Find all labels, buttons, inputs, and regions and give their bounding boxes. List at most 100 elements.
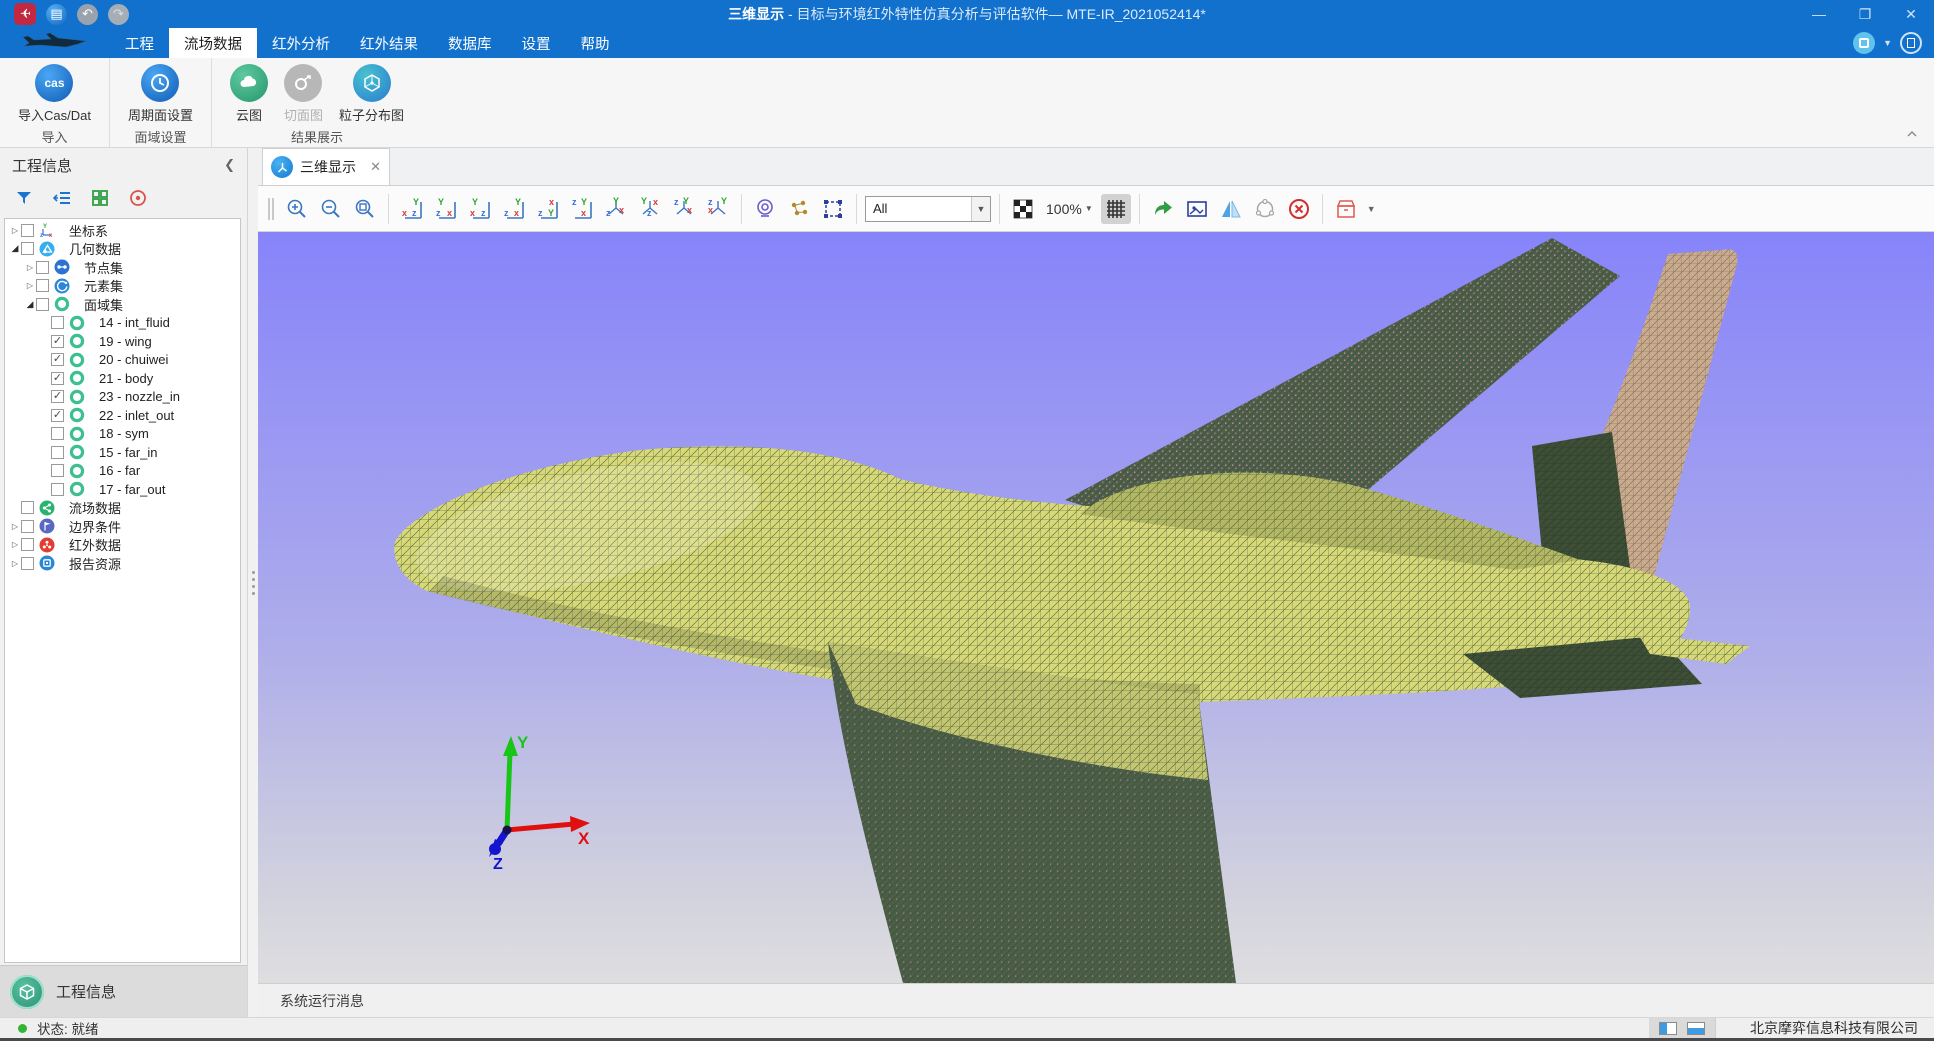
tree-checkbox[interactable] (21, 242, 34, 255)
tree-item[interactable]: 流场数据 (5, 499, 240, 518)
grid-toggle-icon[interactable] (1101, 194, 1131, 224)
tree-checkbox[interactable] (36, 279, 49, 292)
tree-checkbox[interactable] (36, 298, 49, 311)
expander-icon[interactable]: ▷ (24, 263, 36, 272)
transparency-icon[interactable] (1008, 194, 1038, 224)
tree-checkbox[interactable] (21, 538, 34, 551)
view-back-icon[interactable]: Yzx (431, 194, 461, 224)
opacity-percent-control[interactable]: 100% ▼ (1042, 201, 1097, 217)
display-filter-combo[interactable]: All ▼ (865, 196, 991, 222)
tree-item[interactable]: ◢几何数据 (5, 240, 240, 259)
slice-map-button[interactable]: 切面图 (276, 62, 331, 127)
menu-item-3[interactable]: 红外结果 (345, 28, 433, 58)
view-front-icon[interactable]: xYz (397, 194, 427, 224)
tree-item[interactable]: ▷元素集 (5, 277, 240, 296)
tree-item[interactable]: 15 - far_in (5, 443, 240, 462)
locate-icon[interactable] (128, 188, 148, 213)
expander-icon[interactable]: ▷ (9, 522, 21, 531)
tree-item[interactable]: ✓21 - body (5, 369, 240, 388)
tree-item[interactable]: ▷红外数据 (5, 536, 240, 555)
view-bottom-icon[interactable]: zYx (567, 194, 597, 224)
tree-item[interactable]: ▷边界条件 (5, 517, 240, 536)
period-face-button[interactable]: 周期面设置 (120, 62, 201, 127)
tree-item[interactable]: ✓20 - chuiwei (5, 351, 240, 370)
cancel-icon[interactable] (1284, 194, 1314, 224)
expander-icon[interactable]: ▷ (9, 540, 21, 549)
menu-item-5[interactable]: 设置 (507, 28, 566, 58)
tree-checkbox[interactable]: ✓ (51, 372, 64, 385)
tree-item[interactable]: 17 - far_out (5, 480, 240, 499)
view-iso-3-icon[interactable]: zYx (669, 194, 699, 224)
tab-close-icon[interactable]: ✕ (370, 159, 381, 175)
view-top-icon[interactable]: xzY (533, 194, 563, 224)
package-icon[interactable] (1331, 194, 1361, 224)
menu-item-0[interactable]: 工程 (110, 28, 169, 58)
tree-checkbox[interactable]: ✓ (51, 353, 64, 366)
expander-icon[interactable]: ▷ (24, 281, 36, 290)
view-iso-4-icon[interactable]: zYx (703, 194, 733, 224)
toolbar-drag-handle[interactable] (268, 198, 274, 220)
tree-checkbox[interactable] (21, 557, 34, 570)
menu-item-4[interactable]: 数据库 (433, 28, 507, 58)
filter-icon[interactable] (14, 188, 34, 213)
tree-checkbox[interactable] (21, 224, 34, 237)
zoom-out-icon[interactable] (316, 194, 346, 224)
expander-icon[interactable]: ▷ (9, 226, 21, 235)
mirror-icon[interactable] (1216, 194, 1246, 224)
minimize-button[interactable]: — (1796, 0, 1842, 28)
tree-checkbox[interactable] (36, 261, 49, 274)
close-button[interactable]: ✕ (1888, 0, 1934, 28)
tree-item[interactable]: ▷节点集 (5, 258, 240, 277)
tree-checkbox[interactable]: ✓ (51, 335, 64, 348)
orbit-nodes-icon[interactable] (1250, 194, 1280, 224)
tab-3d-display[interactable]: 三维显示 ✕ (262, 148, 390, 185)
package-caret-icon[interactable]: ▼ (1367, 204, 1376, 214)
tree-checkbox[interactable] (21, 501, 34, 514)
user-icon[interactable] (1853, 32, 1875, 54)
redo-icon[interactable]: ↷ (108, 4, 129, 25)
tree-checkbox[interactable] (51, 316, 64, 329)
zoom-fit-icon[interactable] (350, 194, 380, 224)
particles-icon[interactable] (784, 194, 814, 224)
cloud-map-button[interactable]: 云图 (222, 62, 276, 127)
undo-icon[interactable]: ↶ (77, 4, 98, 25)
combo-caret-icon[interactable]: ▼ (971, 197, 990, 221)
view-iso-1-icon[interactable]: Yzx (601, 194, 631, 224)
share-arrow-icon[interactable] (1148, 194, 1178, 224)
view-left-icon[interactable]: Yxz (465, 194, 495, 224)
view-right-icon[interactable]: Yzx (499, 194, 529, 224)
tree-item[interactable]: 14 - int_fluid (5, 314, 240, 333)
help-icon[interactable] (1900, 32, 1922, 54)
snapshot-icon[interactable] (1182, 194, 1212, 224)
panel-splitter[interactable] (248, 148, 258, 1017)
tree-item[interactable]: ✓19 - wing (5, 332, 240, 351)
restore-button[interactable]: ❐ (1842, 0, 1888, 28)
tree-checkbox[interactable] (51, 427, 64, 440)
viewport-3d[interactable]: X Y Z (258, 232, 1934, 983)
tree-checkbox[interactable] (51, 483, 64, 496)
menu-item-2[interactable]: 红外分析 (257, 28, 345, 58)
view-iso-2-icon[interactable]: Yxz (635, 194, 665, 224)
tree-item[interactable]: ▷Yzx坐标系 (5, 221, 240, 240)
tree-item[interactable]: 16 - far (5, 462, 240, 481)
tree-checkbox[interactable]: ✓ (51, 390, 64, 403)
layout-bottom-icon[interactable] (1687, 1022, 1705, 1035)
expander-icon[interactable]: ▷ (9, 559, 21, 568)
grid-icon[interactable] (90, 188, 110, 213)
tree-item[interactable]: ◢面域集 (5, 295, 240, 314)
zoom-in-icon[interactable] (282, 194, 312, 224)
tree-checkbox[interactable] (51, 446, 64, 459)
tree-checkbox[interactable] (21, 520, 34, 533)
menu-item-6[interactable]: 帮助 (566, 28, 625, 58)
panel-collapse-icon[interactable]: ❮ (224, 157, 235, 173)
camera-icon[interactable] (750, 194, 780, 224)
panel-footer-tab[interactable]: 工程信息 (0, 965, 247, 1017)
expander-icon[interactable]: ◢ (24, 299, 36, 310)
tree-item[interactable]: ▷报告资源 (5, 554, 240, 573)
tree-item[interactable]: ✓23 - nozzle_in (5, 388, 240, 407)
app-plane-icon[interactable]: ✈ (14, 3, 36, 25)
layout-left-icon[interactable] (1659, 1022, 1677, 1035)
dropdown-caret-icon[interactable]: ▼ (1883, 38, 1892, 48)
import-cas-dat-button[interactable]: cas 导入Cas/Dat (10, 62, 99, 127)
tree-item[interactable]: 18 - sym (5, 425, 240, 444)
